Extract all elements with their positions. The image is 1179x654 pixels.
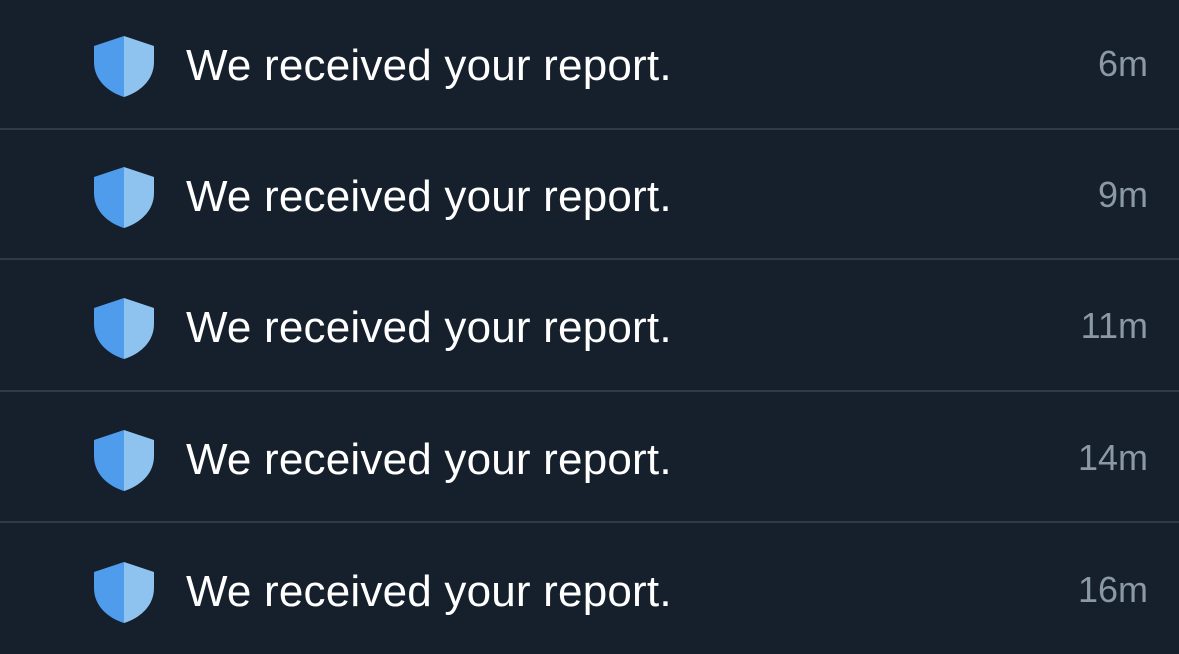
shield-icon	[92, 560, 156, 624]
notification-message: We received your report.	[186, 172, 672, 221]
notification-row[interactable]: We received your report. 14m	[0, 393, 1179, 523]
notification-row[interactable]: We received your report. 6m	[0, 0, 1179, 130]
divider	[0, 521, 1179, 523]
divider	[0, 390, 1179, 392]
notification-row[interactable]: We received your report. 16m	[0, 524, 1179, 654]
shield-icon	[92, 165, 156, 229]
shield-icon	[92, 34, 156, 98]
divider	[0, 258, 1179, 260]
notification-message: We received your report.	[186, 303, 672, 352]
notification-message: We received your report.	[186, 435, 672, 484]
notification-time: 16m	[1077, 569, 1148, 610]
notifications-list: We received your report. 6m We received …	[0, 0, 1179, 654]
notification-message: We received your report.	[186, 567, 672, 616]
notification-row[interactable]: We received your report. 9m	[0, 130, 1179, 260]
notification-time: 6m	[1097, 43, 1148, 84]
notification-message: We received your report.	[186, 41, 672, 90]
notification-time: 11m	[1080, 305, 1148, 346]
notification-row[interactable]: We received your report. 11m	[0, 262, 1179, 392]
notification-time: 9m	[1097, 174, 1148, 215]
notification-time: 14m	[1077, 437, 1148, 478]
shield-icon	[92, 296, 156, 360]
shield-icon	[92, 428, 156, 492]
